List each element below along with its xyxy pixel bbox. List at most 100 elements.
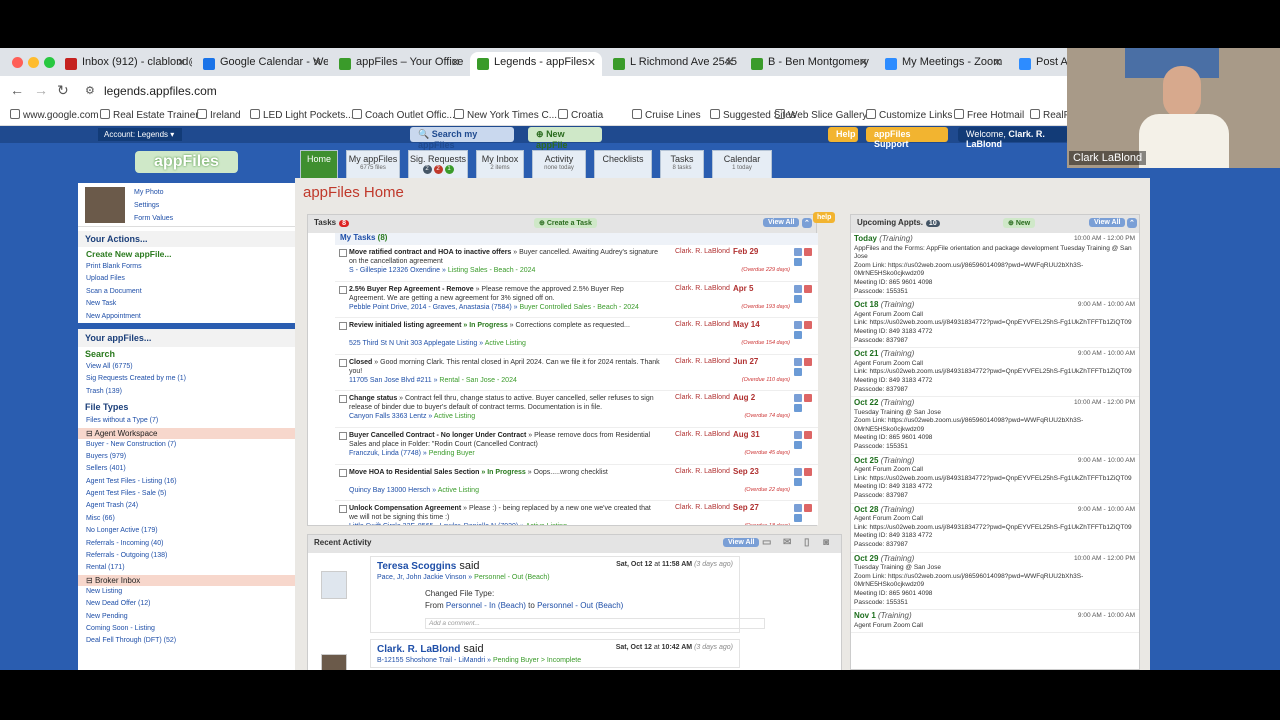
edit-icon[interactable] [794, 467, 802, 476]
task-file-link[interactable]: Pebble Point Drive, 2014 - Graves, Anast… [349, 304, 639, 311]
agent-workspace-item[interactable]: Agent Test Files - Sale (5) [78, 488, 295, 500]
task-title[interactable]: Closed [349, 359, 372, 366]
broker-inbox-item[interactable]: Coming Soon - Listing [78, 623, 295, 635]
task-checkbox[interactable] [339, 358, 347, 367]
tab-activity[interactable]: Activity none today [532, 150, 586, 178]
tab-my-inbox[interactable]: My Inbox 2 items [476, 150, 524, 178]
task-checkbox[interactable] [339, 395, 347, 404]
agent-workspace-section[interactable]: ⊟ Agent Workspace [78, 427, 295, 439]
appointment-item[interactable]: Today (Training) 10:00 AM - 12:00 PM AppFi… [851, 233, 1139, 300]
bookmark-item[interactable]: Cruise Lines [632, 109, 701, 121]
task-title[interactable]: Unlock Compensation Agreement [349, 505, 461, 512]
complete-icon[interactable] [794, 440, 802, 449]
task-title[interactable]: Change status [349, 395, 397, 402]
delete-icon[interactable] [804, 394, 812, 403]
appointments-view-all-button[interactable]: View All [1089, 218, 1126, 227]
back-icon[interactable]: ← [10, 82, 24, 98]
bookmark-item[interactable]: Free Hotmail [954, 109, 1024, 121]
tasks-view-all-button[interactable]: View All [763, 218, 800, 227]
browser-tab[interactable]: B - Ben Montgomery ✕ [744, 52, 874, 76]
close-window-icon[interactable] [12, 57, 23, 68]
document-icon[interactable]: ▯ [804, 537, 810, 548]
close-tab-icon[interactable]: ✕ [587, 56, 596, 69]
agent-workspace-item[interactable]: Buyer - New Construction (7) [78, 439, 295, 451]
search-link[interactable]: View All (6775) [78, 361, 295, 373]
broker-inbox-item[interactable]: New Listing [78, 586, 295, 598]
action-link[interactable]: Scan a Document [78, 286, 295, 298]
new-appfile-button[interactable]: ⊕ New appFile [528, 127, 602, 150]
appointment-item[interactable]: Nov 1 (Training) 9:00 AM - 10:00 AM Agent … [851, 610, 1139, 634]
broker-inbox-item[interactable]: Deal Fell Through (DFT) (52) [78, 635, 295, 647]
delete-icon[interactable] [804, 357, 812, 366]
appfiles-logo[interactable]: appFiles [135, 151, 238, 173]
task-file-link[interactable]: Quincy Bay 13000 Hersch » Active Listing [349, 487, 479, 494]
complete-icon[interactable] [794, 367, 802, 376]
bookmark-item[interactable]: Customize Links [866, 109, 952, 121]
close-tab-icon[interactable]: ✕ [313, 56, 322, 69]
appointment-item[interactable]: Oct 18 (Training) 9:00 AM - 10:00 AM Agent… [851, 299, 1139, 349]
edit-icon[interactable] [794, 284, 802, 293]
close-tab-icon[interactable]: ✕ [177, 56, 186, 69]
activity-author[interactable]: Clark. R. LaBlond [377, 644, 460, 655]
action-link[interactable]: New Task [78, 298, 295, 310]
complete-icon[interactable] [794, 331, 802, 340]
browser-tab[interactable]: Legends - appFiles ✕ [470, 52, 602, 76]
appointment-item[interactable]: Oct 21 (Training) 9:00 AM - 10:00 AM Agent… [851, 348, 1139, 398]
appointment-item[interactable]: Oct 22 (Training) 10:00 AM - 12:00 PM Tues… [851, 397, 1139, 455]
agent-workspace-item[interactable]: Buyers (979) [78, 451, 295, 463]
agent-workspace-item[interactable]: Sellers (401) [78, 463, 295, 475]
task-file-link[interactable]: Canyon Falls 3363 Lentz » Active Listing [349, 413, 475, 420]
reload-icon[interactable]: ↻ [57, 82, 69, 99]
appointment-item[interactable]: Oct 29 (Training) 10:00 AM - 12:00 PM Tues… [851, 553, 1139, 611]
action-link[interactable]: Print Blank Forms [78, 261, 295, 273]
tab-calendar[interactable]: Calendar 1 today [712, 150, 772, 178]
complete-icon[interactable] [794, 294, 802, 303]
camera-icon[interactable]: ◙ [823, 537, 829, 548]
tab-home[interactable]: Home [300, 150, 338, 178]
search-appfiles-button[interactable]: 🔍 Search my appFiles [410, 127, 514, 150]
forward-icon[interactable]: → [34, 82, 48, 98]
edit-icon[interactable] [794, 357, 802, 366]
agent-workspace-item[interactable]: Referrals - Incoming (40) [78, 538, 295, 550]
complete-icon[interactable] [794, 258, 802, 266]
search-heading[interactable]: Search [78, 347, 295, 361]
task-title[interactable]: Review initialed listing agreement [349, 322, 461, 329]
close-tab-icon[interactable]: ✕ [993, 56, 1002, 69]
activity-file-link[interactable]: B-12155 Shoshone Trail - LiMandri » Pend… [377, 657, 733, 664]
browser-tab[interactable]: appFiles – Your Office I ✕ [332, 52, 466, 76]
browser-tab[interactable]: Post Att [1012, 52, 1067, 76]
activity-file-link[interactable]: Pace, Jr, John Jackie Vinson » Personnel… [377, 574, 733, 581]
create-new-appfile-link[interactable]: Create New appFile... [78, 247, 295, 261]
task-checkbox[interactable] [339, 249, 347, 257]
maximize-window-icon[interactable] [44, 57, 55, 68]
action-link[interactable]: Upload Files [78, 273, 295, 285]
edit-icon[interactable] [794, 394, 802, 403]
tab-sig-requests[interactable]: Sig. Requests 2 2 1 [408, 150, 468, 178]
from-folder[interactable]: Personnel - In (Beach) [446, 601, 526, 610]
agent-workspace-item[interactable]: Misc (66) [78, 513, 295, 525]
edit-icon[interactable] [794, 248, 802, 256]
task-title[interactable]: Move HOA to Residential Sales Section [349, 469, 479, 476]
delete-icon[interactable] [804, 430, 812, 439]
task-title[interactable]: Move ratified contract and HOA to inacti… [349, 249, 511, 256]
url-text[interactable]: legends.appfiles.com [104, 84, 217, 98]
support-button[interactable]: appFiles Support [866, 127, 948, 149]
bookmark-item[interactable]: www.google.com [10, 109, 99, 121]
create-task-button[interactable]: ⊕ Create a Task [534, 218, 597, 228]
close-tab-icon[interactable]: ✕ [725, 56, 734, 69]
task-checkbox[interactable] [339, 285, 347, 294]
task-file-link[interactable]: S - Gillespie 12326 Oxendine » Listing S… [349, 267, 535, 274]
bookmark-item[interactable]: Croatia [558, 109, 603, 121]
avatar[interactable] [321, 571, 347, 599]
task-checkbox[interactable] [339, 322, 347, 331]
tab-tasks[interactable]: Tasks 8 tasks [660, 150, 704, 178]
comment-input[interactable]: Add a comment... [425, 618, 765, 629]
edit-icon[interactable] [794, 321, 802, 330]
edit-icon[interactable] [794, 504, 802, 513]
delete-icon[interactable] [804, 248, 812, 256]
activity-author[interactable]: Teresa Scoggins [377, 561, 456, 572]
broker-inbox-item[interactable]: New Dead Offer (12) [78, 598, 295, 610]
new-appointment-button[interactable]: ⊕ New [1003, 218, 1036, 228]
collapse-up-icon[interactable]: ⌃ [802, 218, 812, 228]
broker-inbox-section[interactable]: ⊟ Broker Inbox [78, 574, 295, 586]
